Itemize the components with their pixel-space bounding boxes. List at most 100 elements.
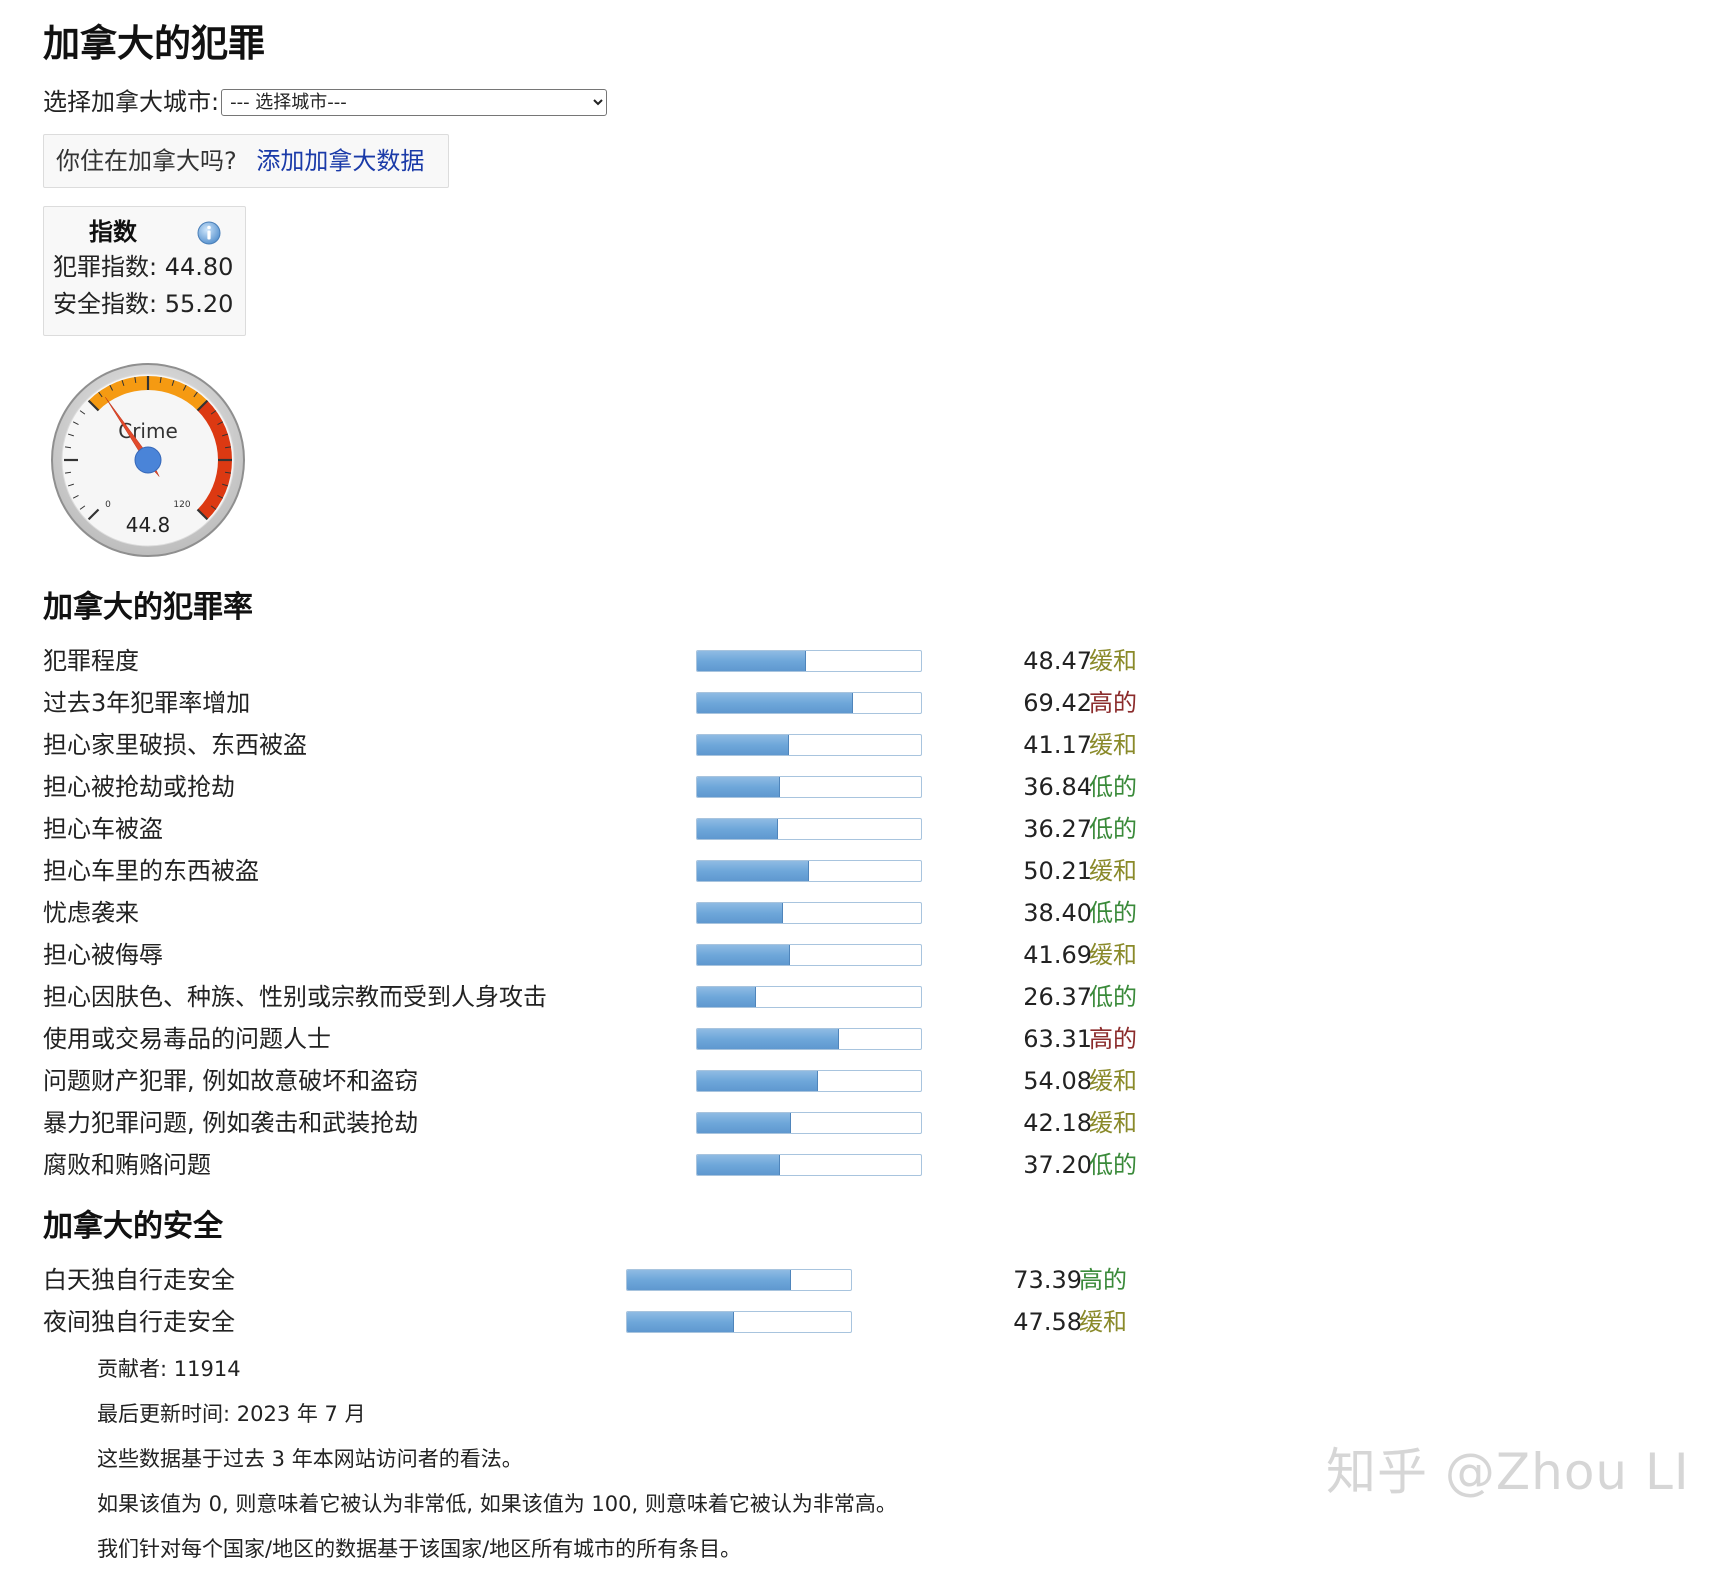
metric-bar xyxy=(696,1028,922,1050)
metric-bar-fill xyxy=(697,651,806,671)
metric-value: 36.84 xyxy=(1023,773,1092,801)
index-box: 指数 犯罪指数: 44.80 安全指数: 55.20 xyxy=(43,206,246,336)
metric-value: 41.69 xyxy=(1023,941,1092,969)
metric-value: 63.31 xyxy=(1023,1025,1092,1053)
gauge-value: 44.8 xyxy=(126,513,171,537)
metric-bar-fill xyxy=(627,1312,734,1332)
metric-level: 低的 xyxy=(1089,815,1137,843)
metric-label: 忧虑袭来 xyxy=(43,899,139,927)
gauge-min-label: 0 xyxy=(105,500,111,510)
metric-value: 41.17 xyxy=(1023,731,1092,759)
metric-bar xyxy=(696,650,922,672)
metric-row: 暴力犯罪问题, 例如袭击和武装抢劫 42.18 缓和 xyxy=(43,1103,1143,1143)
metric-row: 担心被抢劫或抢劫 36.84 低的 xyxy=(43,767,1143,807)
metric-bar-fill xyxy=(697,777,780,797)
metric-label: 担心车里的东西被盗 xyxy=(43,857,259,885)
metric-level: 低的 xyxy=(1089,899,1137,927)
metric-bar xyxy=(696,1154,922,1176)
safety-heading: 加拿大的安全 xyxy=(43,1209,223,1244)
metric-row: 担心因肤色、种族、性别或宗教而受到人身攻击 26.37 低的 xyxy=(43,977,1143,1017)
page: 加拿大的犯罪 选择加拿大城市: --- 选择城市--- 你住在加拿大吗? 添加加… xyxy=(0,0,1716,1579)
safety-index: 安全指数: 55.20 xyxy=(53,290,234,318)
metric-row: 担心被侮辱 41.69 缓和 xyxy=(43,935,1143,975)
metric-value: 26.37 xyxy=(1023,983,1092,1011)
metric-bar-fill xyxy=(697,1029,839,1049)
metric-row: 腐败和贿赂问题 37.20 低的 xyxy=(43,1145,1143,1185)
metric-label: 夜间独自行走安全 xyxy=(43,1308,235,1336)
metric-label: 担心被抢劫或抢劫 xyxy=(43,773,235,801)
metric-level: 缓和 xyxy=(1089,1067,1137,1095)
metric-level: 缓和 xyxy=(1089,647,1137,675)
metric-label: 担心车被盗 xyxy=(43,815,163,843)
metric-row: 夜间独自行走安全 47.58 缓和 xyxy=(43,1302,1143,1342)
metric-bar-fill xyxy=(697,945,791,965)
metric-label: 腐败和贿赂问题 xyxy=(43,1151,211,1179)
index-heading: 指数 xyxy=(53,215,245,249)
metric-row: 忧虑袭来 38.40 低的 xyxy=(43,893,1143,933)
metric-level: 缓和 xyxy=(1089,731,1137,759)
city-select[interactable]: --- 选择城市--- xyxy=(221,88,608,116)
metric-bar-fill xyxy=(697,1155,781,1175)
metric-row: 犯罪程度 48.47 缓和 xyxy=(43,641,1143,681)
metric-row: 担心家里破损、东西被盗 41.17 缓和 xyxy=(43,725,1143,765)
metric-value: 36.27 xyxy=(1023,815,1092,843)
metric-bar-fill xyxy=(697,1071,819,1091)
crime-gauge: Crime 0 120 44.8 xyxy=(50,362,246,562)
metric-row: 担心车被盗 36.27 低的 xyxy=(43,809,1143,849)
metric-row: 过去3年犯罪率增加 69.42 高的 xyxy=(43,683,1143,723)
metric-level: 缓和 xyxy=(1079,1308,1127,1336)
metric-value: 47.58 xyxy=(1013,1308,1082,1336)
note-line: 贡献者: 11914 xyxy=(97,1357,241,1381)
metric-row: 使用或交易毒品的问题人士 63.31 高的 xyxy=(43,1019,1143,1059)
metric-level: 低的 xyxy=(1089,983,1137,1011)
watermark: 知乎 @Zhou LI xyxy=(1326,1443,1690,1501)
metric-label: 白天独自行走安全 xyxy=(43,1266,235,1294)
add-data-link[interactable]: 添加加拿大数据 xyxy=(256,147,424,175)
metric-bar xyxy=(696,944,922,966)
metric-bar xyxy=(696,902,922,924)
metric-bar xyxy=(696,734,922,756)
metric-value: 42.18 xyxy=(1023,1109,1092,1137)
note-line: 这些数据基于过去 3 年本网站访问者的看法。 xyxy=(97,1447,523,1471)
metric-bar xyxy=(696,986,922,1008)
metric-bar-fill xyxy=(697,861,810,881)
live-in-question: 你住在加拿大吗? xyxy=(56,147,237,175)
add-data-prompt: 你住在加拿大吗? 添加加拿大数据 xyxy=(43,134,449,188)
metric-level: 高的 xyxy=(1089,1025,1137,1053)
metric-label: 担心被侮辱 xyxy=(43,941,163,969)
metric-value: 37.20 xyxy=(1023,1151,1092,1179)
index-title: 指数 xyxy=(89,218,137,246)
metric-label: 暴力犯罪问题, 例如袭击和武装抢劫 xyxy=(43,1109,419,1137)
metric-value: 50.21 xyxy=(1023,857,1092,885)
metric-bar-fill xyxy=(697,819,779,839)
metric-bar xyxy=(696,692,922,714)
page-title: 加拿大的犯罪 xyxy=(43,22,265,65)
metric-label: 犯罪程度 xyxy=(43,647,139,675)
info-icon[interactable] xyxy=(197,220,221,254)
metric-row: 白天独自行走安全 73.39 高的 xyxy=(43,1260,1143,1300)
note-line: 如果该值为 0, 则意味着它被认为非常低, 如果该值为 100, 则意味着它被认… xyxy=(97,1492,897,1516)
metric-label: 担心家里破损、东西被盗 xyxy=(43,731,307,759)
city-selector-row: 选择加拿大城市: --- 选择城市--- xyxy=(43,84,608,120)
city-select-label: 选择加拿大城市: xyxy=(43,88,220,116)
metric-level: 缓和 xyxy=(1089,857,1137,885)
gauge-max-label: 120 xyxy=(173,500,190,510)
metric-level: 高的 xyxy=(1079,1266,1127,1294)
metric-bar-fill xyxy=(697,693,853,713)
metric-bar-fill xyxy=(697,903,784,923)
metric-bar xyxy=(696,818,922,840)
metric-row: 问题财产犯罪, 例如故意破坏和盗窃 54.08 缓和 xyxy=(43,1061,1143,1101)
metric-value: 48.47 xyxy=(1023,647,1092,675)
metric-label: 担心因肤色、种族、性别或宗教而受到人身攻击 xyxy=(43,983,547,1011)
crime-rates-heading: 加拿大的犯罪率 xyxy=(43,590,253,625)
metric-bar xyxy=(626,1269,852,1291)
metric-value: 73.39 xyxy=(1013,1266,1082,1294)
metric-bar xyxy=(696,860,922,882)
crime-index: 犯罪指数: 44.80 xyxy=(53,253,234,281)
note-line: 最后更新时间: 2023 年 7 月 xyxy=(97,1402,366,1426)
metric-level: 低的 xyxy=(1089,773,1137,801)
metric-level: 缓和 xyxy=(1089,941,1137,969)
metric-level: 高的 xyxy=(1089,689,1137,717)
metric-bar xyxy=(696,1112,922,1134)
note-line: 我们针对每个国家/地区的数据基于该国家/地区所有城市的所有条目。 xyxy=(97,1537,742,1561)
